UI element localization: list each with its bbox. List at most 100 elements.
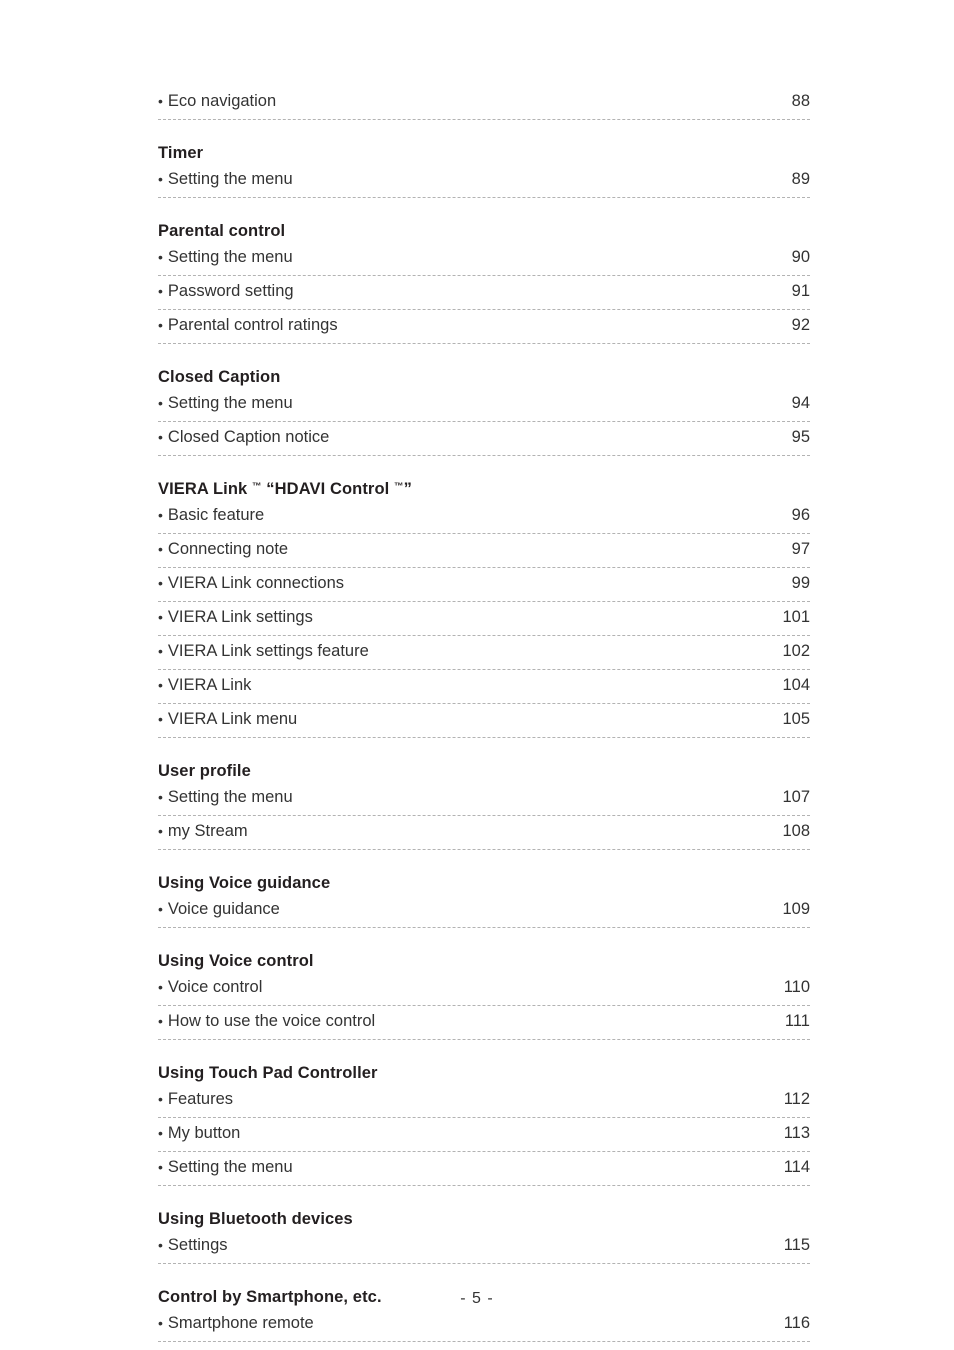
toc-entry-page-number: 96 [791, 506, 810, 524]
toc-group: Using Voice control • Voice control 110 • How… [158, 950, 810, 1040]
toc-entry[interactable]: • Basic feature 96 [158, 500, 810, 534]
toc-entry[interactable]: • My button 113 [158, 1118, 810, 1152]
toc-entry-page-number: 91 [791, 282, 810, 300]
toc-group: • Eco navigation 88 [158, 86, 810, 120]
bullet-icon: • [158, 1237, 163, 1253]
toc-entry[interactable]: • How to use the voice control 111 [158, 1006, 810, 1040]
toc-entry-page-number: 107 [782, 788, 810, 806]
page-folio: - 5 - [460, 1290, 494, 1307]
bullet-icon: • [158, 609, 163, 625]
toc-entry-label: Setting the menu [167, 788, 293, 806]
bullet-icon: • [158, 789, 163, 805]
toc-entry[interactable]: • VIERA Link settings 101 [158, 602, 810, 636]
toc-entry-left: • Voice guidance [158, 894, 280, 924]
heading-text: Using Voice control [158, 952, 314, 970]
toc-entry-left: • VIERA Link menu [158, 704, 297, 734]
toc-entry-left: • Settings [158, 1230, 228, 1260]
toc-group: Using Voice guidance • Voice guidance 109 [158, 872, 810, 928]
toc-entry-left: • Connecting note [158, 534, 288, 564]
toc-entry-left: • Smartphone remote [158, 1308, 314, 1338]
toc-entry[interactable]: • Password setting 91 [158, 276, 810, 310]
toc-entry-label: VIERA Link menu [167, 710, 298, 728]
toc-entry-label: Setting the menu [167, 394, 293, 412]
toc-entry-page-number: 101 [782, 608, 810, 626]
trademark-icon: ™ [394, 481, 404, 492]
bullet-icon: • [158, 317, 163, 333]
toc-entry-label: Password setting [167, 282, 294, 300]
toc-section-heading: Using Voice guidance [158, 872, 810, 894]
toc-entry[interactable]: • Setting the menu 107 [158, 782, 810, 816]
toc-entry[interactable]: • Voice control 110 [158, 972, 810, 1006]
toc-section-heading: Timer [158, 142, 810, 164]
toc-entry[interactable]: • Setting the menu 89 [158, 164, 810, 198]
toc-entry-page-number: 94 [791, 394, 810, 412]
toc-entry[interactable]: • Connecting note 97 [158, 534, 810, 568]
toc-entry-page-number: 114 [783, 1158, 810, 1176]
heading-text: Using Touch Pad Controller [158, 1064, 378, 1082]
toc-entry[interactable]: • my Stream 108 [158, 816, 810, 850]
toc-section-heading: Using Voice control [158, 950, 810, 972]
toc-entry-label: Smartphone remote [167, 1314, 314, 1332]
toc-entry-label: Setting the menu [167, 248, 293, 266]
toc-entry-left: • Features [158, 1084, 233, 1114]
toc-group: Timer • Setting the menu 89 [158, 142, 810, 198]
toc-entry-left: • Eco navigation [158, 86, 276, 116]
toc-entry[interactable]: • Setting the menu 114 [158, 1152, 810, 1186]
toc-entry-page-number: 110 [783, 978, 810, 996]
toc-group: Parental control • Setting the menu 90 • Pass… [158, 220, 810, 344]
toc-entry[interactable]: • Voice guidance 109 [158, 894, 810, 928]
bullet-icon: • [158, 507, 163, 523]
toc-section-heading: Using Bluetooth devices [158, 1208, 810, 1230]
toc-section-heading: Closed Caption [158, 366, 810, 388]
toc-entry[interactable]: • VIERA Link settings feature 102 [158, 636, 810, 670]
toc-entry-label: Setting the menu [167, 1158, 293, 1176]
toc-section-heading: Using Touch Pad Controller [158, 1062, 810, 1084]
toc-entry-page-number: 116 [783, 1314, 810, 1332]
bullet-icon: • [158, 1125, 163, 1141]
toc-entry[interactable]: • Setting the menu 94 [158, 388, 810, 422]
toc-entry[interactable]: • VIERA Link connections 99 [158, 568, 810, 602]
toc-entry-left: • Closed Caption notice [158, 422, 329, 452]
toc-entry-label: Connecting note [167, 540, 289, 558]
bullet-icon: • [158, 249, 163, 265]
toc-entry[interactable]: • Eco navigation 88 [158, 86, 810, 120]
toc-entry-left: • Setting the menu [158, 1152, 293, 1182]
toc-entry-page-number: 112 [783, 1090, 810, 1108]
toc-group: User profile • Setting the menu 107 • my Stre… [158, 760, 810, 850]
toc-entry[interactable]: • VIERA Link menu 105 [158, 704, 810, 738]
toc-entry-label: my Stream [167, 822, 248, 840]
toc-entry[interactable]: • Features 112 [158, 1084, 810, 1118]
toc-entry-left: • VIERA Link connections [158, 568, 344, 598]
toc-entry-left: • Setting the menu [158, 388, 293, 418]
toc-entry[interactable]: • Closed Caption notice 95 [158, 422, 810, 456]
toc-entry-left: • Password setting [158, 276, 294, 306]
toc-entry-label: Basic feature [167, 506, 265, 524]
trademark-icon: ™ [252, 481, 262, 492]
heading-text: VIERA Link [158, 480, 253, 498]
toc-entry-label: VIERA Link connections [167, 574, 345, 592]
heading-text: User profile [158, 762, 251, 780]
toc-entry-page-number: 95 [791, 428, 810, 446]
table-of-contents: • Eco navigation 88 Timer • Setting the menu 8… [158, 86, 810, 1342]
bullet-icon: • [158, 711, 163, 727]
bullet-icon: • [158, 643, 163, 659]
toc-entry[interactable]: • VIERA Link 104 [158, 670, 810, 704]
bullet-icon: • [158, 979, 163, 995]
heading-text: “HDAVI Control [261, 480, 394, 498]
toc-entry-label: Voice guidance [167, 900, 280, 918]
bullet-icon: • [158, 677, 163, 693]
toc-entry-label: VIERA Link settings feature [167, 642, 369, 660]
toc-entry[interactable]: • Setting the menu 90 [158, 242, 810, 276]
toc-section-heading: VIERA Link ™ “HDAVI Control ™” [158, 478, 810, 500]
toc-group: Closed Caption • Setting the menu 94 • Closed… [158, 366, 810, 456]
bullet-icon: • [158, 575, 163, 591]
bullet-icon: • [158, 541, 163, 557]
toc-entry[interactable]: • Smartphone remote 116 [158, 1308, 810, 1342]
heading-text: Parental control [158, 222, 286, 240]
toc-entry[interactable]: • Parental control ratings 92 [158, 310, 810, 344]
toc-group: Using Bluetooth devices • Settings 115 [158, 1208, 810, 1264]
toc-page: • Eco navigation 88 Timer • Setting the menu 8… [0, 0, 954, 1350]
toc-entry-page-number: 105 [782, 710, 810, 728]
toc-section-heading: Parental control [158, 220, 810, 242]
toc-entry[interactable]: • Settings 115 [158, 1230, 810, 1264]
